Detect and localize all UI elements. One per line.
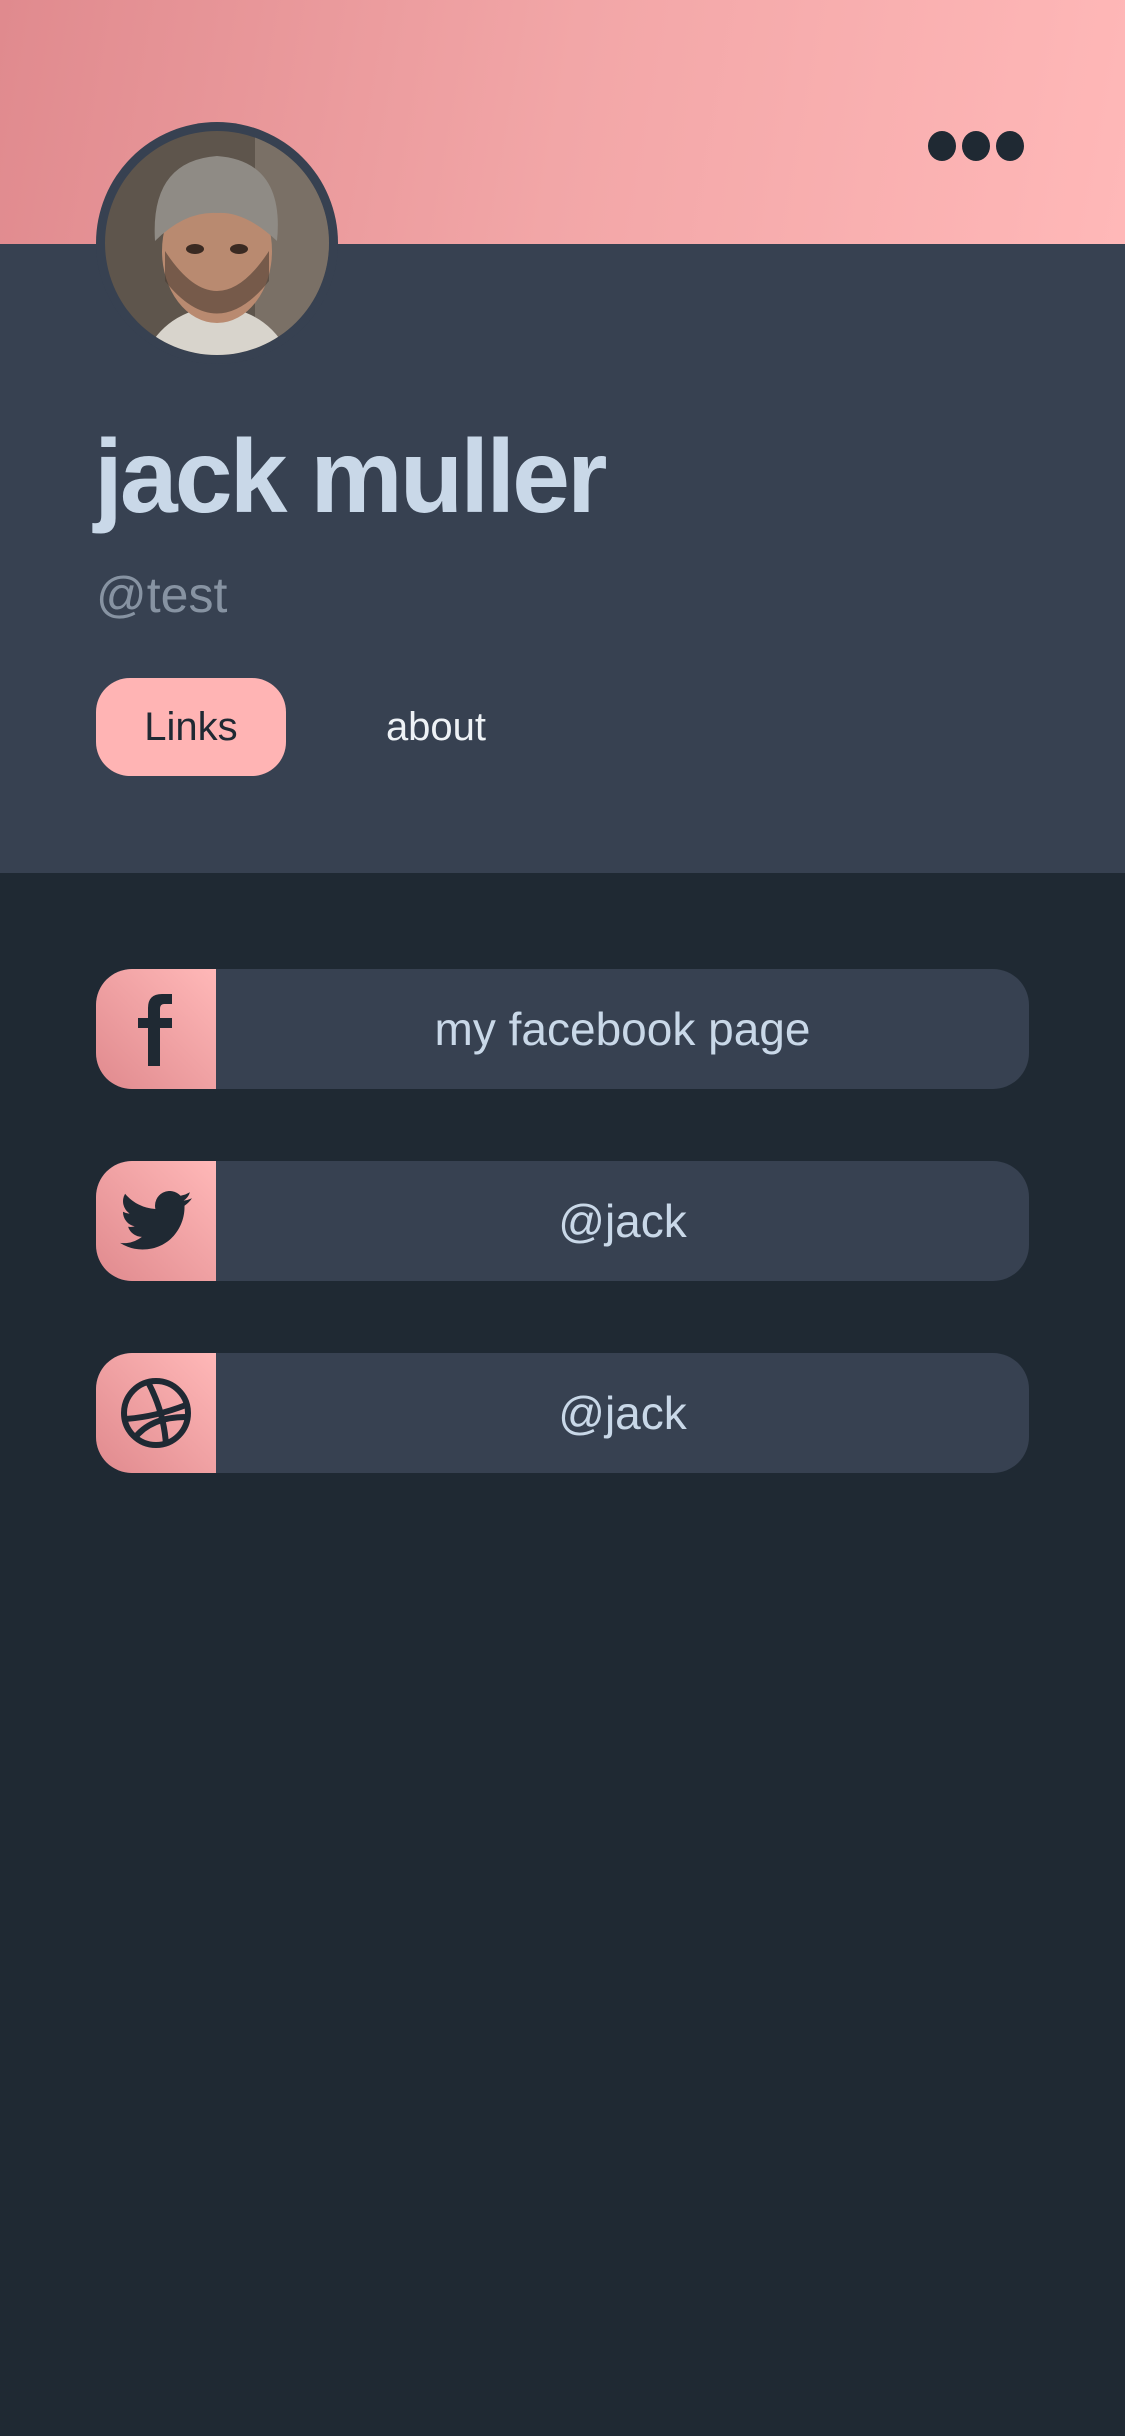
- twitter-icon: [96, 1161, 216, 1281]
- link-label: my facebook page: [434, 1003, 811, 1055]
- link-twitter[interactable]: @jack: [96, 1161, 1029, 1281]
- avatar-photo: [105, 131, 329, 355]
- link-dribbble[interactable]: @jack: [96, 1353, 1029, 1473]
- avatar: [96, 122, 338, 364]
- link-label: @jack: [558, 1387, 687, 1439]
- dribbble-icon: [96, 1353, 216, 1473]
- tab-about[interactable]: about: [366, 678, 506, 776]
- tab-links[interactable]: Links: [96, 678, 286, 776]
- link-label: @jack: [558, 1195, 687, 1247]
- more-menu-button[interactable]: [928, 126, 1036, 166]
- profile-handle: @test: [96, 567, 228, 623]
- link-facebook[interactable]: my facebook page: [96, 969, 1029, 1089]
- dot: [962, 131, 990, 161]
- profile-name: jack muller: [94, 419, 607, 535]
- facebook-icon: [96, 969, 216, 1089]
- more-horizontal-icon: [928, 131, 956, 161]
- dot: [996, 131, 1024, 161]
